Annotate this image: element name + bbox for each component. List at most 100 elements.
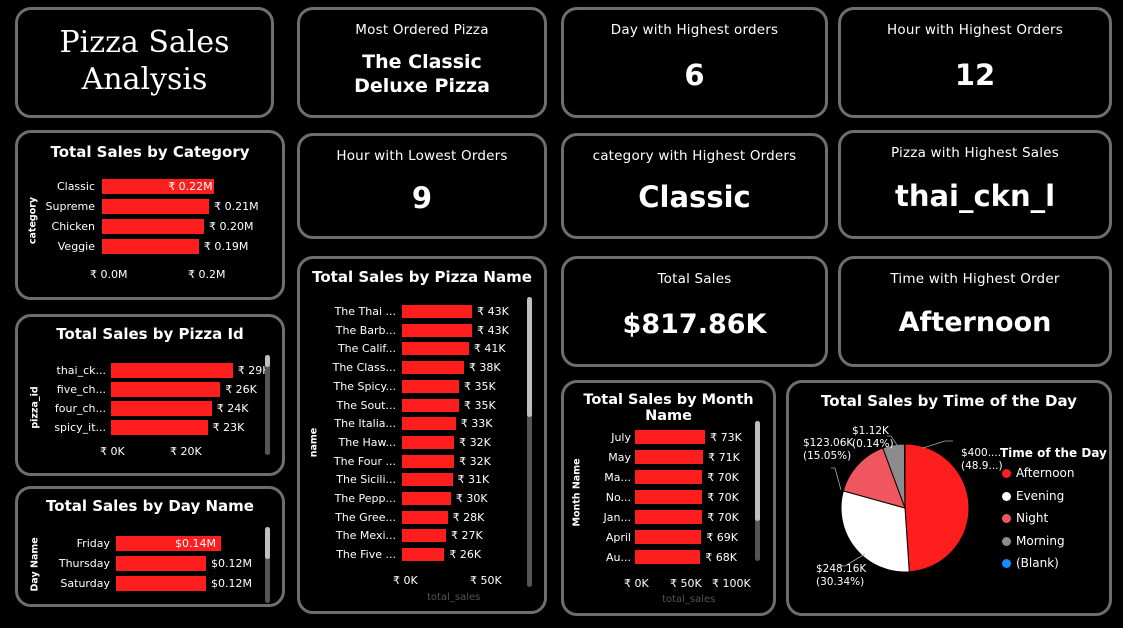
scrollbar-thumb[interactable] [265,355,270,367]
scrollbar-track[interactable] [265,355,270,455]
bar[interactable] [402,398,460,412]
kpi-pizza-highest-sales: Pizza with Highest Sales thai_ckn_l [838,130,1112,239]
pie-value-label: $248.16K [816,563,867,575]
legend-item[interactable]: Evening [1002,489,1064,503]
x-tick-label: ₹ 0.0M [90,268,128,281]
bar[interactable] [635,490,703,504]
data-label: ₹ 70K [707,510,739,524]
bar[interactable] [402,342,469,356]
x-tick-label: ₹ 50K [470,574,502,587]
legend-item[interactable]: Afternoon [1002,466,1075,480]
category-label: The Mexi... [335,529,396,543]
data-label: ₹ 38K [468,361,501,375]
kpi-label: Total Sales [657,271,732,287]
legend-swatch [1002,491,1011,501]
legend-item[interactable]: Night [1002,511,1048,525]
pie-slice-afternoon[interactable] [904,443,970,573]
category-label: The Sicili... [336,473,396,487]
data-label: ₹ 28K [452,510,485,524]
x-tick-label: ₹ 20K [170,445,202,458]
kpi-value: Classic [638,180,751,214]
kpi-label: Most Ordered Pizza [355,22,489,38]
x-tick-label: ₹ 50K [670,577,702,590]
legend-swatch [1002,559,1011,568]
data-label: ₹ 43K [477,305,509,318]
legend-label: Evening [1016,488,1065,503]
bar[interactable] [635,430,706,444]
bar[interactable] [635,530,702,544]
category-label: The Thai ... [334,305,396,318]
bar[interactable] [116,576,206,591]
kpi-label: Hour with Lowest Orders [336,148,508,164]
category-label: May [608,450,631,464]
bar[interactable] [116,556,206,571]
bar[interactable] [402,454,455,468]
kpi-label: category with Highest Orders [592,148,797,164]
category-label: spicy_it... [54,421,106,434]
bar[interactable] [402,492,451,505]
pie-percent-label: (0.14%) [852,438,894,450]
data-label: ₹ 68K [705,550,737,564]
bar[interactable] [111,420,208,435]
scrollbar-thumb[interactable] [755,421,760,521]
kpi-total-sales: Total Sales $817.86K [561,256,828,367]
bar[interactable] [402,305,473,318]
pie-data-label: $248.16K (30.34%) [816,563,866,589]
kpi-category-highest-orders: category with Highest Orders Classic [561,133,828,239]
pie-value-label: $1.12K [852,425,889,437]
chart-title: Total Sales by Category [50,143,250,161]
legend-item[interactable]: Morning [1002,534,1065,548]
bar[interactable] [402,529,446,543]
x-axis-title: total_sales [427,592,481,603]
bar[interactable] [102,199,210,214]
data-label: ₹ 32K [459,454,491,468]
bar[interactable] [402,548,445,562]
bar[interactable] [402,379,460,393]
bar[interactable] [111,363,233,378]
data-label: ₹ 27K [451,529,483,543]
scrollbar-thumb[interactable] [265,527,270,559]
bar[interactable] [635,450,704,464]
bar[interactable] [635,550,701,564]
data-label: ₹ 70K [707,490,739,504]
pie-data-label: $123.06K (15.05%) [803,437,853,463]
pie-slice-blank[interactable] [903,443,906,509]
data-label: ₹ 71K [708,450,740,464]
bar[interactable] [402,361,464,375]
category-label: The Italia... [334,417,396,431]
category-label: The Pepp... [334,492,396,505]
bar[interactable] [102,239,199,254]
dashboard-title: Pizza Sales Analysis [59,25,230,97]
legend-label: Afternoon [1016,466,1075,480]
data-label: ₹ 35K [464,379,496,393]
leader-line [831,467,842,491]
bar[interactable] [402,473,453,487]
data-label: ₹ 32K [459,435,491,449]
chart-title: Total Sales by Day Name [46,497,254,515]
bar[interactable] [635,510,703,524]
kpi-value: 9 [411,181,433,215]
bar[interactable] [111,382,221,397]
bar[interactable] [402,323,473,337]
title-card: Pizza Sales Analysis [15,7,274,118]
bar[interactable] [402,435,455,449]
bar[interactable] [402,417,456,431]
data-label: ₹ 0.22M [168,180,213,193]
category-label: The Four ... [333,454,396,468]
bar[interactable] [111,401,212,416]
category-label: The Sout... [336,398,396,412]
category-label: five_ch... [56,383,106,396]
bar[interactable] [635,470,703,484]
scrollbar-thumb[interactable] [527,297,532,417]
kpi-value: 12 [954,58,996,92]
bar[interactable] [102,219,204,234]
category-label: Jan... [603,510,631,524]
x-tick-label: ₹ 0.2M [188,268,226,281]
bar[interactable] [402,510,448,524]
legend-item[interactable]: (Blank) [1002,556,1059,570]
legend-swatch [1002,514,1011,523]
kpi-label: Hour with Highest Orders [887,22,1063,38]
kpi-most-ordered-pizza: Most Ordered Pizza The Classic Deluxe Pi… [297,7,547,118]
kpi-time-highest-order: Time with Highest Order Afternoon [838,256,1112,367]
x-tick-label: ₹ 100K [712,577,751,590]
